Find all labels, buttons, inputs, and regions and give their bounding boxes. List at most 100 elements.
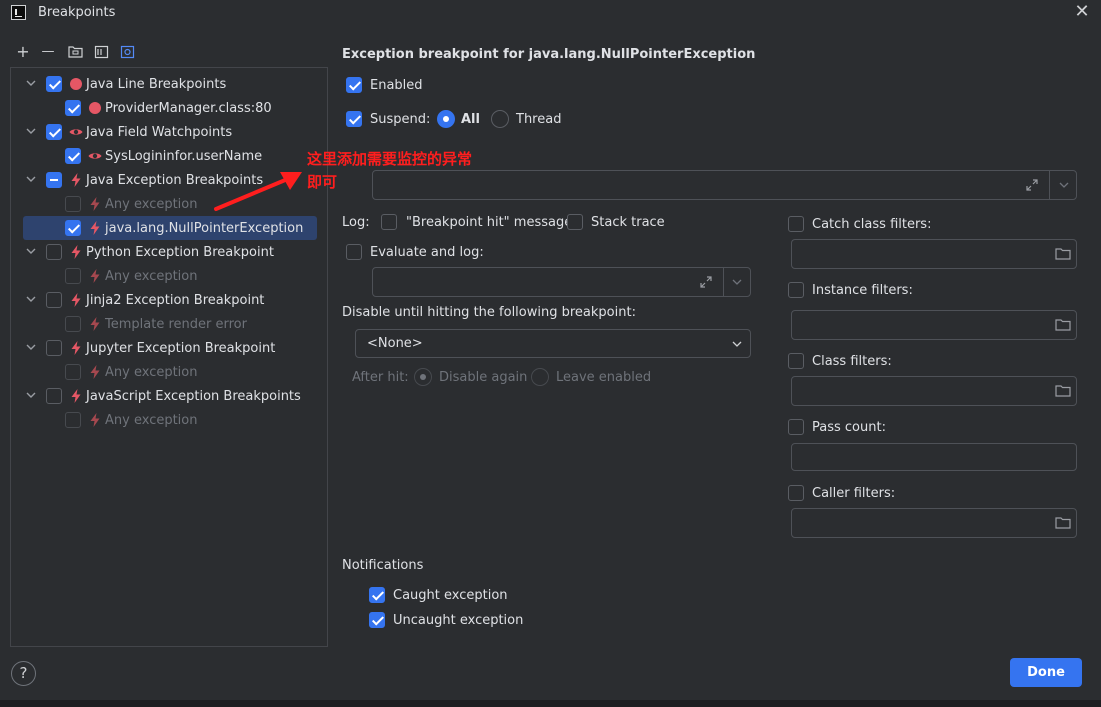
caught-exception-label: Caught exception bbox=[393, 588, 508, 603]
lightning-icon bbox=[87, 220, 103, 236]
tree-checkbox[interactable] bbox=[46, 124, 62, 140]
breakpoints-tree[interactable]: Java Line Breakpoints ProviderManager.cla… bbox=[10, 67, 328, 647]
pass-count-label: Pass count: bbox=[812, 420, 886, 435]
tree-checkbox[interactable] bbox=[65, 220, 81, 236]
tree-checkbox[interactable] bbox=[65, 196, 81, 212]
title-bar: Breakpoints ✕ bbox=[0, 0, 1101, 28]
tree-checkbox[interactable] bbox=[65, 364, 81, 380]
chevron-down-icon[interactable] bbox=[25, 293, 37, 305]
suspend-thread-label: Thread bbox=[516, 112, 562, 127]
instance-filters-checkbox[interactable] bbox=[788, 282, 804, 298]
group-by-file-button[interactable] bbox=[92, 43, 110, 61]
chevron-down-icon[interactable] bbox=[25, 341, 37, 353]
disable-again-label: Disable again bbox=[439, 370, 528, 385]
tree-checkbox[interactable] bbox=[46, 172, 62, 188]
class-filters-input[interactable] bbox=[791, 376, 1077, 406]
tree-group-row[interactable]: JavaScript Exception Breakpoints bbox=[11, 384, 327, 408]
tree-group-row[interactable]: Java Field Watchpoints bbox=[11, 120, 327, 144]
tree-item-row[interactable]: Any exception bbox=[11, 408, 327, 432]
catch-class-filters-checkbox[interactable] bbox=[788, 216, 804, 232]
tree-group-row[interactable]: Jupyter Exception Breakpoint bbox=[11, 336, 327, 360]
tree-item-label: Any exception bbox=[105, 197, 198, 212]
tree-checkbox[interactable] bbox=[65, 100, 81, 116]
expand-icon[interactable] bbox=[1025, 178, 1039, 192]
tree-checkbox[interactable] bbox=[65, 148, 81, 164]
stack-trace-checkbox[interactable] bbox=[567, 214, 583, 230]
caller-filters-input[interactable] bbox=[791, 508, 1077, 538]
instance-filters-label: Instance filters: bbox=[812, 283, 913, 298]
tree-item-row[interactable]: Any exception bbox=[11, 360, 327, 384]
tree-checkbox[interactable] bbox=[65, 412, 81, 428]
tree-item-row[interactable]: Any exception bbox=[11, 264, 327, 288]
chevron-down-icon[interactable] bbox=[731, 276, 743, 288]
folder-icon[interactable] bbox=[1055, 384, 1071, 398]
tree-checkbox[interactable] bbox=[46, 76, 62, 92]
tree-checkbox[interactable] bbox=[65, 316, 81, 332]
lightning-icon bbox=[87, 316, 103, 332]
evaluate-log-input[interactable] bbox=[372, 267, 751, 297]
tree-checkbox[interactable] bbox=[46, 292, 62, 308]
tree-item-row[interactable]: SysLogininfor.userName bbox=[11, 144, 327, 168]
catch-class-filters-input[interactable] bbox=[791, 239, 1077, 269]
catch-class-filters-label: Catch class filters: bbox=[812, 217, 932, 232]
caught-exception-checkbox[interactable] bbox=[369, 587, 385, 603]
tree-item-row[interactable]: Template render error bbox=[11, 312, 327, 336]
tree-item-label: JavaScript Exception Breakpoints bbox=[86, 389, 301, 404]
tree-checkbox[interactable] bbox=[46, 388, 62, 404]
class-group-icon bbox=[120, 45, 135, 59]
chevron-down-icon[interactable] bbox=[25, 389, 37, 401]
intellij-logo-icon bbox=[11, 5, 26, 20]
leave-enabled-label: Leave enabled bbox=[556, 370, 652, 385]
done-button[interactable]: Done bbox=[1010, 658, 1082, 687]
group-by-class-button[interactable] bbox=[118, 43, 136, 61]
leave-enabled-radio[interactable] bbox=[531, 368, 549, 386]
help-button[interactable]: ? bbox=[11, 661, 36, 686]
disable-until-select[interactable]: <None> bbox=[355, 329, 751, 358]
pass-count-input[interactable] bbox=[791, 443, 1077, 471]
evaluate-log-checkbox[interactable] bbox=[346, 244, 362, 260]
condition-input[interactable] bbox=[372, 170, 1077, 200]
add-breakpoint-button[interactable]: + bbox=[14, 43, 32, 61]
instance-filters-input[interactable] bbox=[791, 310, 1077, 340]
red-dot-icon bbox=[68, 76, 84, 92]
chevron-down-icon[interactable] bbox=[25, 77, 37, 89]
folder-icon[interactable] bbox=[1055, 318, 1071, 332]
log-label: Log: bbox=[342, 215, 370, 230]
lightning-icon bbox=[68, 244, 84, 260]
suspend-thread-radio[interactable] bbox=[491, 110, 509, 128]
uncaught-exception-checkbox[interactable] bbox=[369, 612, 385, 628]
notifications-label: Notifications bbox=[342, 558, 424, 573]
tree-checkbox[interactable] bbox=[46, 340, 62, 356]
enabled-checkbox[interactable] bbox=[346, 77, 362, 93]
remove-breakpoint-button[interactable]: — bbox=[39, 43, 57, 61]
tree-group-row[interactable]: Python Exception Breakpoint bbox=[11, 240, 327, 264]
after-hit-label: After hit: bbox=[352, 370, 409, 385]
group-by-package-button[interactable] bbox=[66, 43, 84, 61]
field-separator bbox=[1049, 171, 1050, 199]
chevron-down-icon[interactable] bbox=[1058, 179, 1070, 191]
expand-icon[interactable] bbox=[699, 275, 713, 289]
chevron-down-icon[interactable] bbox=[25, 245, 37, 257]
log-message-checkbox[interactable] bbox=[381, 214, 397, 230]
plus-icon: + bbox=[16, 42, 30, 61]
class-filters-checkbox[interactable] bbox=[788, 353, 804, 369]
tree-group-row[interactable]: Java Line Breakpoints bbox=[11, 72, 327, 96]
suspend-all-radio[interactable] bbox=[437, 110, 455, 128]
folder-icon[interactable] bbox=[1055, 516, 1071, 530]
tree-checkbox[interactable] bbox=[46, 244, 62, 260]
tree-item-row[interactable]: ProviderManager.class:80 bbox=[11, 96, 327, 120]
disable-again-radio[interactable] bbox=[414, 368, 432, 386]
tree-group-row[interactable]: Jinja2 Exception Breakpoint bbox=[11, 288, 327, 312]
chevron-down-icon[interactable] bbox=[25, 173, 37, 185]
folder-group-icon bbox=[68, 46, 83, 58]
folder-icon[interactable] bbox=[1055, 247, 1071, 261]
chevron-down-icon[interactable] bbox=[25, 125, 37, 137]
lightning-icon bbox=[68, 388, 84, 404]
caller-filters-checkbox[interactable] bbox=[788, 485, 804, 501]
suspend-checkbox[interactable] bbox=[346, 111, 362, 127]
disable-until-value: <None> bbox=[367, 336, 423, 351]
pass-count-checkbox[interactable] bbox=[788, 419, 804, 435]
tree-item-row[interactable]: java.lang.NullPointerException bbox=[23, 216, 317, 240]
tree-checkbox[interactable] bbox=[65, 268, 81, 284]
close-icon[interactable]: ✕ bbox=[1073, 3, 1091, 21]
